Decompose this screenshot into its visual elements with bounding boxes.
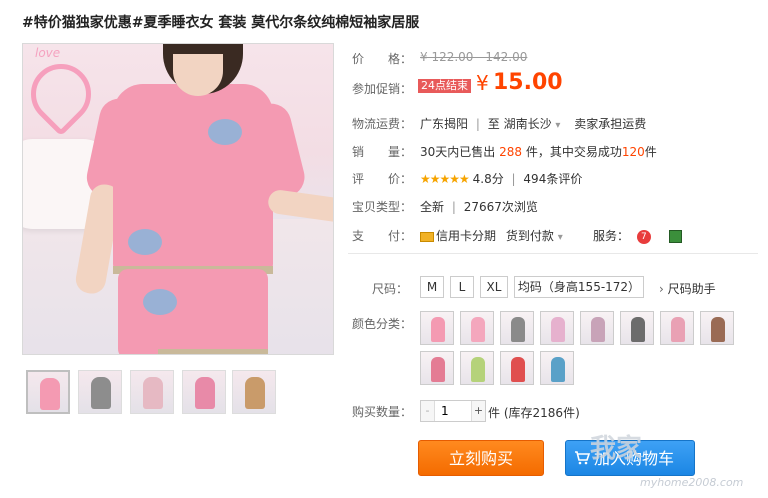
promo-price: 15.00	[493, 70, 563, 95]
sales-label: 销 量：	[352, 145, 413, 159]
shipping-info: 广东揭阳 | 至 湖南长沙 ▾ 卖家承担运费	[420, 117, 647, 131]
success-count: 120	[621, 145, 645, 159]
stock-count: (库存2186件)	[503, 406, 580, 420]
size-option-m[interactable]: M	[420, 276, 444, 298]
chevron-right-icon: ›	[659, 282, 664, 296]
type-info: 全新 | 27667次浏览	[420, 200, 538, 214]
color-swatch[interactable]	[460, 351, 494, 385]
rating-label: 评 价：	[352, 172, 413, 186]
ship-destination-select[interactable]: 湖南长沙	[504, 117, 552, 131]
guarantee-icon[interactable]	[668, 230, 682, 243]
color-swatch[interactable]	[540, 311, 574, 345]
ship-from: 广东揭阳	[420, 117, 469, 131]
shopping-cart-icon	[575, 451, 590, 465]
stock-info: 件 (库存2186件)	[488, 406, 580, 420]
shipping-fee: 卖家承担运费	[574, 117, 647, 131]
color-swatch[interactable]	[460, 311, 494, 345]
color-swatch[interactable]	[420, 351, 454, 385]
quantity-stepper: - +	[420, 400, 486, 422]
price-label: 价 格：	[352, 52, 413, 66]
promo-label: 参加促销：	[352, 82, 413, 96]
item-condition: 全新	[420, 200, 445, 214]
color-label: 颜色分类：	[352, 317, 413, 331]
watermark-url: myhome2008.com	[640, 476, 744, 489]
review-count-link[interactable]: 494条评价	[523, 172, 582, 186]
sales-info: 30天内已售出 288 件，其中交易成功120件	[420, 145, 657, 159]
rating-info: ★★★★★ 4.8分 | 494条评价	[420, 172, 583, 186]
thumbnail-3[interactable]	[130, 370, 174, 414]
credit-installment[interactable]: 信用卡分期	[436, 229, 496, 243]
color-swatch[interactable]	[620, 311, 654, 345]
main-product-image[interactable]: love	[22, 43, 334, 355]
currency-symbol: ¥	[476, 71, 489, 95]
seven-day-return-icon[interactable]: 7	[636, 229, 651, 244]
view-count: 27667次浏览	[463, 200, 538, 214]
quantity-input[interactable]	[437, 401, 471, 421]
thumbnail-5[interactable]	[232, 370, 276, 414]
sold-count: 288	[499, 145, 523, 159]
size-helper-link[interactable]: › 尺码助手	[659, 280, 716, 297]
quantity-label: 购买数量：	[352, 405, 413, 419]
thumbnail-1[interactable]	[26, 370, 70, 414]
size-label: 尺码：	[372, 282, 409, 296]
watermark-logo: 我家	[590, 434, 643, 464]
service-label: 服务：	[593, 229, 630, 243]
thumbnail-2[interactable]	[78, 370, 122, 414]
color-swatch[interactable]	[700, 311, 734, 345]
buy-now-button[interactable]: 立刻购买	[418, 440, 544, 476]
cash-on-delivery[interactable]: 货到付款	[506, 229, 554, 243]
size-option-one-size[interactable]: 均码（身高155-172）	[514, 276, 644, 298]
color-swatch[interactable]	[500, 311, 534, 345]
type-label: 宝贝类型：	[352, 200, 413, 214]
chevron-down-icon[interactable]: ▾	[558, 232, 563, 243]
color-swatch[interactable]	[500, 351, 534, 385]
thumbnail-4[interactable]	[182, 370, 226, 414]
payment-label: 支 付：	[352, 229, 413, 243]
payment-info: 信用卡分期 货到付款 ▾	[420, 227, 563, 244]
credit-card-icon	[420, 231, 434, 242]
size-option-l[interactable]: L	[450, 276, 474, 298]
color-swatch[interactable]	[420, 311, 454, 345]
rating-score: 4.8分	[472, 172, 504, 186]
original-price: ¥ 122.00 - 142.00	[420, 50, 528, 64]
product-title: #特价猫独家优惠#夏季睡衣女 套装 莫代尔条纹纯棉短袖家居服	[22, 15, 420, 31]
promo-countdown-badge: 24点结束	[418, 79, 471, 93]
chevron-down-icon[interactable]: ▾	[555, 120, 560, 131]
color-swatch[interactable]	[580, 311, 614, 345]
shipping-label: 物流运费：	[352, 117, 413, 131]
quantity-increase-button[interactable]: +	[471, 401, 485, 421]
service-info: 服务： 7	[593, 227, 682, 244]
heart-decoration-icon	[23, 51, 104, 137]
color-swatch[interactable]	[540, 351, 574, 385]
color-swatch[interactable]	[660, 311, 694, 345]
quantity-decrease-button[interactable]: -	[421, 401, 435, 421]
size-option-xl[interactable]: XL	[480, 276, 508, 298]
divider	[348, 253, 758, 254]
ship-to-word: 至	[487, 117, 500, 131]
rating-stars-icon: ★★★★★	[420, 172, 470, 186]
